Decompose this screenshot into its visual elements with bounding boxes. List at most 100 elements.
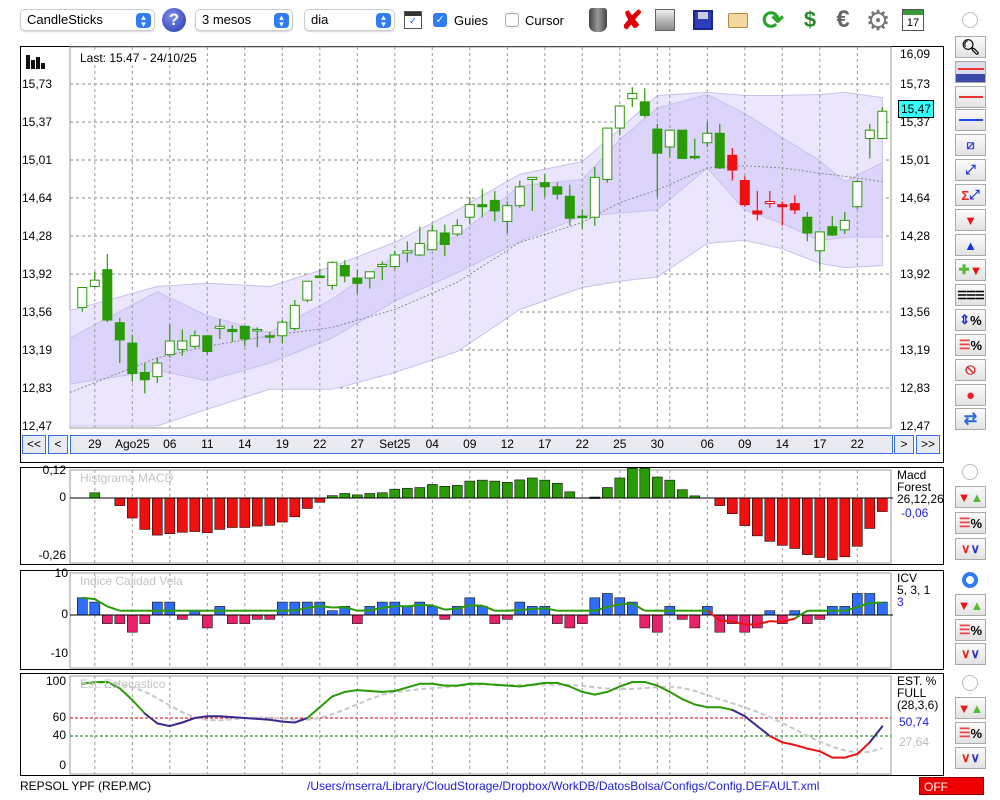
candle-body	[727, 154, 738, 171]
stochastic-k-line	[643, 681, 659, 687]
candle-body	[752, 210, 763, 215]
candle-body	[277, 321, 288, 337]
signals-icon[interactable]: ▼ ▲	[955, 486, 986, 508]
macd-bar	[626, 467, 638, 499]
candle-body	[577, 215, 588, 219]
y-tick-label-right: 16,09	[900, 47, 931, 61]
macd-bar	[301, 497, 313, 509]
percent-lines-icon[interactable]: ☰%	[955, 722, 986, 744]
mini-chart-icon[interactable]	[955, 61, 986, 83]
nav-next-button[interactable]: >	[894, 435, 914, 454]
panel-radio-macd[interactable]	[962, 464, 978, 480]
macd-bar	[489, 480, 501, 499]
percent-lines-icon[interactable]: ☰%	[955, 619, 986, 641]
macd-bar	[127, 497, 138, 519]
macd-bar	[314, 497, 326, 503]
macd-bar	[676, 489, 688, 499]
date-label: 22	[850, 437, 864, 451]
macd-bar	[664, 479, 676, 499]
panel-radio-stochastic[interactable]	[962, 675, 978, 691]
macd-bar	[639, 467, 651, 499]
candle-body	[102, 269, 113, 321]
nav-last-button[interactable]: >>	[916, 435, 940, 454]
macd-bar	[439, 486, 451, 499]
panel-radio-icv[interactable]	[962, 572, 978, 588]
oscillator-curve-icon[interactable]: ∨ ∨	[955, 538, 986, 560]
blue-line-icon[interactable]	[955, 109, 986, 131]
macd-title: Histgrama MACD	[80, 471, 174, 485]
date-axis-bar[interactable]	[70, 435, 893, 454]
macd-bar	[264, 497, 276, 526]
stochastic-k-line	[231, 716, 246, 719]
record-icon[interactable]: ●	[955, 384, 986, 406]
sigma-line-icon[interactable]: Σ ⤢	[955, 184, 986, 206]
candle-body	[439, 232, 450, 245]
icv-bar	[227, 614, 238, 624]
macd-bar	[814, 497, 826, 558]
sync-arrows-icon[interactable]: ⇄	[955, 408, 986, 430]
icv-bar	[114, 614, 126, 624]
date-label: 17	[813, 437, 827, 451]
icv-bar	[252, 614, 263, 620]
candle-body	[189, 335, 200, 347]
macd-bar	[826, 497, 838, 561]
icv-bar	[676, 614, 688, 620]
config-path-link[interactable]: /Users/mserra/Library/CloudStorage/Dropb…	[307, 779, 819, 793]
grid-lines-icon[interactable]: ☰☰☰	[955, 284, 986, 306]
candle-body	[702, 132, 713, 144]
macd-bar	[451, 485, 463, 499]
nav-prev-button[interactable]: <	[48, 435, 68, 454]
stochastic-k-line	[868, 725, 884, 744]
macd-bar	[876, 497, 888, 512]
signals-icon[interactable]: ▼ ▲	[955, 697, 986, 719]
symbol-label: REPSOL YPF (REP.MC)	[20, 779, 152, 793]
date-label: 25	[613, 437, 627, 451]
down-arrow-icon[interactable]: ▼	[955, 209, 986, 231]
candle-body	[127, 342, 138, 375]
macd-bar	[651, 476, 663, 499]
stochastic-k-line	[793, 744, 809, 750]
macd-bar	[114, 497, 126, 506]
y-tick-label: 13,56	[22, 305, 53, 319]
date-label: 14	[238, 437, 252, 451]
oscillator-curve-icon[interactable]: ∨ ∨	[955, 643, 986, 665]
last-price-label: Last: 15.47 - 24/10/25	[80, 51, 197, 65]
red-line-icon[interactable]	[955, 86, 986, 108]
candle-body	[627, 92, 638, 100]
trendline-arrows-icon[interactable]: ⤢	[955, 159, 986, 181]
candle-body	[114, 322, 125, 341]
icv-bar	[526, 606, 538, 616]
candle-body	[214, 325, 225, 329]
macd-bar	[177, 497, 188, 533]
percent-lines-icon[interactable]: ☰%	[955, 334, 986, 356]
off-toggle[interactable]: OFF	[919, 777, 984, 795]
macd-bar	[601, 487, 613, 499]
y-tick-label: 15,73	[22, 77, 53, 91]
no-entry-icon[interactable]: ⦸	[955, 359, 986, 381]
candle-body	[252, 328, 263, 332]
add-signal-icon[interactable]: ✚ ▼	[955, 259, 986, 281]
icv-bar	[127, 614, 138, 633]
percent-lines-icon[interactable]: ☰%	[955, 512, 986, 534]
candle-body	[714, 132, 725, 169]
stochastic-k-line	[356, 689, 371, 692]
candle-body	[664, 129, 675, 148]
zoom-icon[interactable]: 🔍︎	[955, 36, 986, 58]
candle-body	[289, 304, 300, 329]
candle-body	[527, 176, 538, 180]
date-label: 30	[650, 437, 664, 451]
up-arrow-icon[interactable]: ▲	[955, 234, 986, 256]
icv-bar	[876, 601, 888, 616]
macd-bar	[276, 497, 288, 523]
oscillator-curve-icon[interactable]: ∨ ∨	[955, 747, 986, 769]
stochastic-k-line	[693, 703, 709, 709]
icv-bar	[202, 614, 213, 629]
icv-signal-line	[619, 602, 633, 606]
y-tick-label-right: 13,56	[900, 305, 931, 319]
macd-bar	[739, 497, 751, 526]
range-percent-icon[interactable]: ⇕%	[955, 309, 986, 331]
nav-first-button[interactable]: <<	[22, 435, 46, 454]
signals-icon[interactable]: ▼ ▲	[955, 594, 986, 616]
channel-icon[interactable]: ⧄	[955, 134, 986, 156]
stochastic-k-line	[806, 747, 821, 753]
